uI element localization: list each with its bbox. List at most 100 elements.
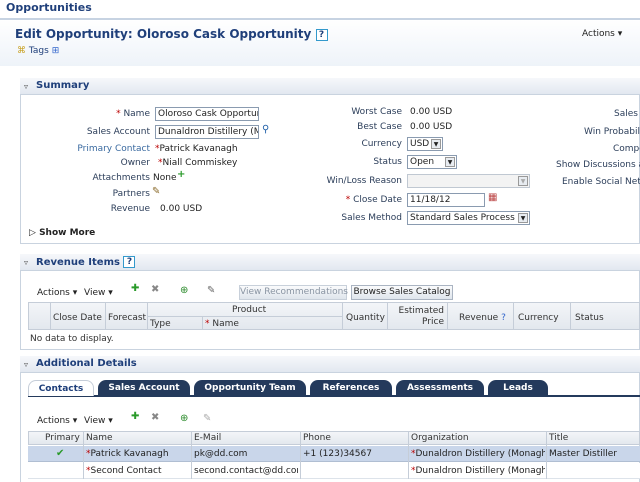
chevron-down-icon: ▼ — [518, 213, 528, 223]
col-status[interactable]: Status — [575, 313, 604, 323]
col-forecast[interactable]: Forecast — [108, 313, 146, 323]
name-input[interactable]: Oloroso Cask Opportunit — [155, 107, 259, 121]
view-recommendations-button: View Recommendations — [239, 285, 348, 300]
contact-email: second.contact@dd.com — [194, 466, 298, 476]
add-attachment-icon[interactable]: + — [177, 169, 185, 180]
edit-icon: ✎ — [203, 413, 212, 424]
primary-contact-label: Primary Contact — [77, 144, 150, 154]
empty-text: No data to display. — [30, 334, 114, 344]
col-product: Product — [232, 305, 267, 315]
tab-leads[interactable]: Leads — [488, 380, 548, 396]
col-contact-name[interactable]: Name — [86, 433, 113, 443]
add-icon[interactable]: ✚ — [131, 411, 139, 422]
calendar-icon[interactable]: ▦ — [488, 192, 497, 203]
tab-references[interactable]: References — [310, 380, 392, 396]
owner-value[interactable]: *Niall Commiskey — [158, 158, 237, 168]
revenue-label: Revenue — [110, 204, 150, 214]
contact-org: *Dunaldron Distillery (Monaghan, I — [411, 466, 545, 476]
col-email[interactable]: E-Mail — [194, 433, 221, 443]
owner-label: Owner — [120, 158, 150, 168]
additional-title: Additional Details — [36, 358, 137, 369]
expand-icon: ▷ — [29, 228, 36, 238]
sales-stage-label: Sales S — [614, 109, 640, 119]
collapse-icon[interactable]: ▿ — [24, 360, 28, 369]
chevron-down-icon: ▼ — [445, 157, 455, 167]
status-select[interactable]: Open ▼ — [407, 155, 457, 169]
summary-header[interactable] — [20, 78, 640, 95]
browse-sales-catalog-button[interactable]: Browse Sales Catalog — [351, 285, 453, 300]
col-quantity[interactable]: Quantity — [346, 313, 385, 323]
edit-partners-icon[interactable]: ✎ — [152, 186, 160, 197]
worst-case-label: Worst Case — [351, 107, 402, 117]
tag-icon: ⌘ — [17, 46, 26, 56]
win-loss-select: ▼ — [407, 174, 530, 188]
sales-method-select[interactable]: Standard Sales Process ▼ — [407, 211, 530, 225]
collapse-icon[interactable]: ▿ — [24, 258, 28, 267]
help-icon[interactable]: ? — [123, 256, 136, 268]
contacts-actions-menu[interactable]: Actions ▾ — [37, 416, 77, 426]
tag-hierarchy-icon[interactable]: ⊞ — [52, 46, 60, 56]
col-primary[interactable]: Primary — [45, 433, 80, 443]
sales-account-label: Sales Account — [86, 127, 150, 137]
show-more-link[interactable]: ▷ Show More — [29, 228, 95, 238]
win-probability-label: Win Probabilit — [584, 127, 640, 137]
collapse-icon[interactable]: ▿ — [24, 82, 28, 91]
contact-name[interactable]: *Patrick Kavanagh — [86, 449, 190, 459]
delete-icon[interactable]: ✖ — [151, 284, 159, 295]
col-title[interactable]: Title — [549, 433, 568, 443]
contact-title: Master Distiller — [549, 449, 617, 459]
actions-menu-button[interactable]: Actions ▾ — [582, 29, 622, 39]
col-close-date[interactable]: Close Date — [53, 313, 102, 323]
chevron-down-icon: ▼ — [518, 176, 528, 186]
contacts-view-menu[interactable]: View ▾ — [84, 416, 113, 426]
help-icon[interactable]: ? — [315, 28, 328, 41]
contact-email: pk@dd.com — [194, 449, 248, 459]
show-discussions-label: Show Discussions and — [556, 160, 640, 170]
attachments-value: None — [153, 173, 177, 183]
contact-org: *Dunaldron Distillery (Monaghan, I — [411, 449, 545, 459]
close-date-input[interactable]: 11/18/12 — [407, 193, 485, 207]
sales-account-input[interactable]: Dunaldron Distillery (Mon — [155, 125, 259, 139]
best-case-label: Best Case — [357, 122, 402, 132]
competitors-label: Compe — [613, 144, 640, 154]
delete-icon[interactable]: ✖ — [151, 412, 159, 423]
status-label: Status — [373, 157, 402, 167]
enable-social-label: Enable Social Netwo — [562, 177, 640, 187]
col-phone[interactable]: Phone — [303, 433, 331, 443]
revenue-title: Revenue Items ? — [36, 256, 136, 268]
tags-link[interactable]: ⌘ Tags ⊞ — [17, 46, 59, 56]
chevron-down-icon: ▼ — [431, 139, 441, 149]
col-organization[interactable]: Organization — [411, 433, 469, 443]
col-name[interactable]: * Name — [205, 319, 239, 329]
page-title: Edit Opportunity: Oloroso Cask Opportuni… — [15, 27, 328, 41]
tab-sales-account[interactable]: Sales Account — [98, 380, 190, 396]
col-revenue[interactable]: Revenue ? — [459, 313, 506, 323]
col-currency[interactable]: Currency — [518, 313, 559, 323]
primary-contact-value[interactable]: *Patrick Kavanagh — [155, 144, 238, 154]
currency-select[interactable]: USD ▼ — [407, 137, 443, 151]
app-title: Opportunities — [6, 1, 92, 14]
revenue-value: 0.00 USD — [160, 204, 203, 214]
search-icon[interactable]: ⚲ — [262, 124, 269, 135]
attachments-label: Attachments — [92, 173, 150, 183]
currency-label: Currency — [361, 139, 402, 149]
close-date-label: * Close Date — [345, 195, 402, 205]
col-estimated-price[interactable]: Estimated Price — [390, 306, 444, 328]
tab-assessments[interactable]: Assessments — [396, 380, 484, 396]
primary-check-icon: ✔ — [56, 448, 65, 459]
add-product-icon[interactable]: ⊕ — [180, 285, 188, 296]
revenue-view-menu[interactable]: View ▾ — [84, 288, 113, 298]
revenue-actions-menu[interactable]: Actions ▾ — [37, 288, 77, 298]
contact-name[interactable]: *Second Contact — [86, 466, 190, 476]
edit-icon[interactable]: ✎ — [207, 285, 215, 296]
summary-panel — [20, 78, 640, 244]
contact-phone: +1 (123)34567 — [303, 449, 372, 459]
col-type[interactable]: Type — [150, 319, 171, 329]
tab-opportunity-team[interactable]: Opportunity Team — [194, 380, 306, 396]
sales-method-label: Sales Method — [341, 213, 402, 223]
add-contact-icon[interactable]: ⊕ — [180, 413, 188, 424]
tab-contacts[interactable]: Contacts — [28, 380, 94, 396]
win-loss-label: Win/Loss Reason — [326, 176, 402, 186]
add-icon[interactable]: ✚ — [131, 283, 139, 294]
partners-label: Partners — [112, 189, 150, 199]
